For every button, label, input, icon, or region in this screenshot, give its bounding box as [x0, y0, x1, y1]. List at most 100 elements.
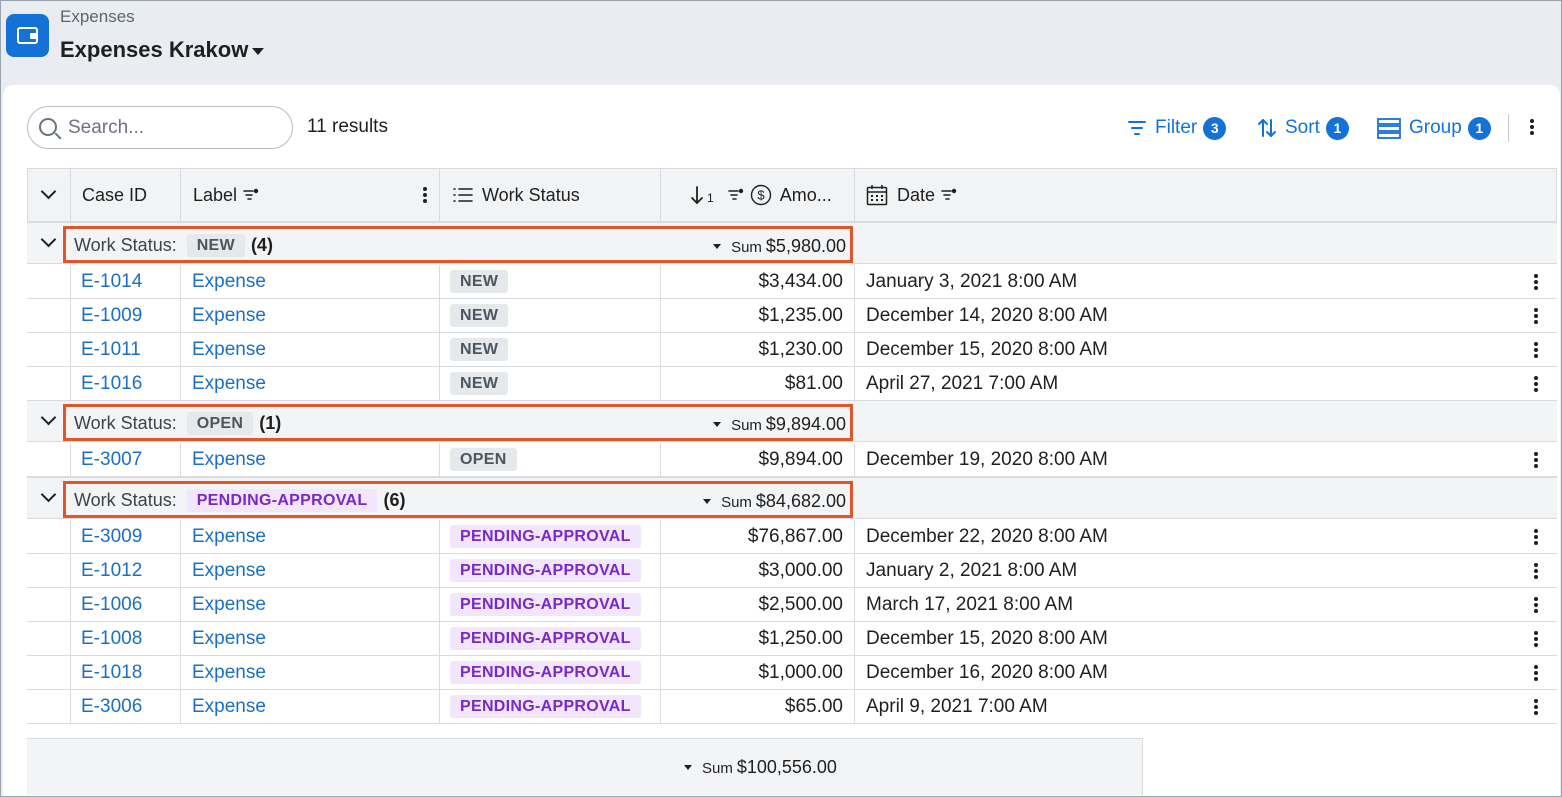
date-cell: December 19, 2020 8:00 AM — [866, 448, 1108, 470]
case-id-link[interactable]: E-1009 — [81, 299, 142, 332]
filter-applied-icon[interactable] — [727, 188, 744, 202]
sort-descending-icon[interactable] — [690, 185, 704, 205]
case-id-link[interactable]: E-3009 — [81, 520, 142, 553]
status-cell: PENDING-APPROVAL — [450, 588, 641, 621]
column-header-case-id[interactable]: Case ID — [71, 169, 181, 221]
column-header-amount[interactable]: 1 $ Amo... — [661, 169, 855, 221]
table-row[interactable]: E-1012 Expense PENDING-APPROVAL $3,000.00 Ja… — [27, 554, 1557, 588]
group-count: (1) — [259, 413, 282, 433]
group-highlight-box: Work Status: PENDING-APPROVAL (6) Sum $84,68… — [63, 481, 853, 518]
group-prefix: Work Status: — [74, 413, 177, 433]
total-sum: Sum $100,556.00 — [684, 757, 837, 778]
column-divider — [854, 520, 855, 724]
group-sum: Sum $5,980.00 — [713, 236, 846, 257]
row-actions-icon[interactable] — [1534, 308, 1538, 324]
label-link[interactable]: Expense — [192, 265, 266, 298]
table-row[interactable]: E-1011 Expense NEW $1,230.00 December 15, 20… — [27, 333, 1557, 367]
status-badge: PENDING-APPROVAL — [450, 695, 641, 718]
table-row[interactable]: E-1018 Expense PENDING-APPROVAL $1,000.00 De… — [27, 656, 1557, 690]
case-id-link[interactable]: E-1011 — [81, 333, 141, 366]
case-id-link[interactable]: E-1014 — [81, 265, 142, 298]
filter-applied-icon[interactable] — [243, 188, 259, 202]
table-row[interactable]: E-1016 Expense NEW $81.00 April 27, 2021 7:0… — [27, 367, 1557, 401]
row-actions-icon[interactable] — [1534, 376, 1538, 392]
expand-all-cell[interactable] — [28, 169, 71, 221]
row-actions-icon[interactable] — [1534, 631, 1538, 647]
page-title[interactable]: Expenses Krakow — [60, 37, 248, 63]
date-cell: March 17, 2021 8:00 AM — [866, 593, 1074, 615]
table-row[interactable]: E-3009 Expense PENDING-APPROVAL $76,867.00 D… — [27, 520, 1557, 554]
status-badge: NEW — [450, 338, 509, 361]
label-link[interactable]: Expense — [192, 622, 266, 655]
case-id-link[interactable]: E-3006 — [81, 690, 142, 723]
status-badge: PENDING-APPROVAL — [450, 525, 641, 548]
aggregate-dropdown-icon[interactable] — [684, 765, 692, 770]
column-header-label: Case ID — [82, 184, 148, 205]
sort-button[interactable]: Sort 1 — [1257, 114, 1349, 142]
search-input[interactable] — [68, 115, 278, 141]
case-id-link[interactable]: E-1016 — [81, 367, 142, 400]
case-id-link[interactable]: E-1018 — [81, 656, 142, 689]
case-id-link[interactable]: E-3007 — [81, 443, 142, 476]
label-link[interactable]: Expense — [192, 299, 266, 332]
group-button[interactable]: Group 1 — [1377, 114, 1491, 142]
column-header-date[interactable]: Date — [855, 169, 1556, 221]
table-row[interactable]: E-1009 Expense NEW $1,235.00 December 14, 20… — [27, 299, 1557, 333]
label-link[interactable]: Expense — [192, 554, 266, 587]
chevron-down-icon[interactable] — [40, 231, 57, 248]
label-link[interactable]: Expense — [192, 333, 266, 366]
breadcrumb[interactable]: Expenses — [60, 7, 135, 27]
label-link[interactable]: Expense — [192, 443, 266, 476]
group-count: (4) — [250, 235, 273, 255]
row-actions-icon[interactable] — [1534, 274, 1538, 290]
column-header-label: Amo... — [779, 184, 832, 205]
wallet-icon[interactable] — [6, 14, 49, 57]
filter-applied-icon[interactable] — [941, 188, 957, 202]
label-link[interactable]: Expense — [192, 367, 266, 400]
row-actions-icon[interactable] — [1534, 699, 1538, 715]
row-actions-icon[interactable] — [1534, 452, 1538, 468]
table-row[interactable]: E-1008 Expense PENDING-APPROVAL $1,250.00 De… — [27, 622, 1557, 656]
sum-word: Sum — [731, 417, 762, 434]
status-cell: NEW — [450, 333, 509, 366]
results-count: 11 results — [307, 116, 388, 137]
aggregate-dropdown-icon[interactable] — [703, 499, 712, 504]
search-box[interactable] — [27, 106, 293, 149]
row-actions-icon[interactable] — [1534, 529, 1538, 545]
row-actions-icon[interactable] — [1534, 665, 1538, 681]
table-row[interactable]: E-3007 Expense OPEN $9,894.00 December 19, 2… — [27, 443, 1557, 477]
amount-cell: $2,500.00 — [758, 593, 843, 615]
row-actions-icon[interactable] — [1534, 563, 1538, 579]
label-link[interactable]: Expense — [192, 690, 266, 723]
aggregate-dropdown-icon[interactable] — [713, 244, 722, 249]
column-header-work-status[interactable]: Work Status — [440, 169, 661, 221]
case-id-link[interactable]: E-1006 — [81, 588, 142, 621]
case-id-link[interactable]: E-1012 — [81, 554, 142, 587]
more-actions-icon[interactable] — [1530, 119, 1534, 135]
sort-label: Sort — [1285, 117, 1320, 138]
column-menu-icon[interactable] — [423, 187, 427, 203]
column-divider — [70, 520, 71, 724]
column-header-label-col[interactable]: Label — [181, 169, 440, 221]
label-link[interactable]: Expense — [192, 520, 266, 553]
label-link[interactable]: Expense — [192, 588, 266, 621]
title-dropdown-caret-icon[interactable] — [252, 48, 264, 55]
amount-cell: $1,250.00 — [758, 627, 843, 649]
row-actions-icon[interactable] — [1534, 597, 1538, 613]
search-icon — [39, 118, 57, 136]
chevron-down-icon[interactable] — [40, 486, 57, 503]
case-id-link[interactable]: E-1008 — [81, 622, 142, 655]
aggregate-dropdown-icon[interactable] — [713, 422, 722, 427]
table-row[interactable]: E-1014 Expense NEW $3,434.00 January 3, 2021… — [27, 265, 1557, 299]
date-cell: December 15, 2020 8:00 AM — [866, 627, 1108, 649]
table-row[interactable]: E-1006 Expense PENDING-APPROVAL $2,500.00 Ma… — [27, 588, 1557, 622]
column-divider — [854, 443, 855, 477]
chevron-down-icon[interactable] — [40, 183, 57, 200]
chevron-down-icon[interactable] — [40, 409, 57, 426]
label-link[interactable]: Expense — [192, 656, 266, 689]
group-highlight-box: Work Status: OPEN (1) Sum $9,894.00 — [63, 404, 853, 441]
table-row[interactable]: E-3006 Expense PENDING-APPROVAL $65.00 April… — [27, 690, 1557, 724]
row-actions-icon[interactable] — [1534, 342, 1538, 358]
amount-cell: $1,235.00 — [758, 304, 843, 326]
filter-button[interactable]: Filter 3 — [1127, 114, 1227, 142]
